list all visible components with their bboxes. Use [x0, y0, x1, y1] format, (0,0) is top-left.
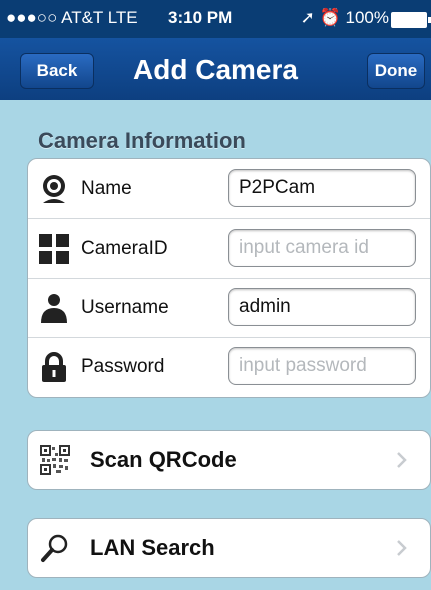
camera-id-row: CameraID	[28, 219, 430, 279]
status-time: 3:10 PM	[168, 8, 233, 27]
webcam-icon	[38, 173, 70, 205]
carrier-signal: ●●●○○ AT&T LTE	[6, 8, 138, 27]
name-field[interactable]	[228, 169, 416, 207]
done-button[interactable]: Done	[367, 53, 425, 89]
chevron-right-icon	[392, 538, 412, 558]
magnifier-icon	[40, 533, 70, 563]
name-label: Name	[81, 178, 132, 199]
status-bar: ●●●○○ AT&T LTE 3:10 PM ➚ ⏰ 100%	[0, 0, 431, 38]
name-row: Name	[28, 159, 430, 219]
lan-search-button[interactable]: LAN Search	[27, 518, 431, 578]
camera-id-field[interactable]	[228, 229, 416, 267]
battery-icon	[391, 12, 431, 28]
username-label: Username	[81, 297, 169, 318]
username-field[interactable]	[228, 288, 416, 326]
username-row: Username	[28, 278, 430, 338]
status-indicators: ➚ ⏰ 100%	[300, 8, 389, 27]
camera-id-label: CameraID	[81, 238, 168, 259]
scan-qrcode-button[interactable]: Scan QRCode	[27, 430, 431, 490]
scan-qrcode-label: Scan QRCode	[90, 447, 237, 472]
lock-icon	[38, 351, 70, 383]
password-row: Password	[28, 337, 430, 396]
password-field[interactable]	[228, 347, 416, 385]
camera-info-card: Name CameraID Username	[27, 158, 431, 398]
chevron-right-icon	[392, 450, 412, 470]
qrcode-icon	[40, 445, 70, 475]
section-header: Camera Information	[38, 128, 246, 153]
password-label: Password	[81, 356, 165, 377]
navigation-bar: Back Add Camera Done	[0, 38, 431, 100]
grid-icon	[38, 233, 70, 265]
lan-search-label: LAN Search	[90, 535, 215, 560]
user-icon	[38, 292, 70, 324]
